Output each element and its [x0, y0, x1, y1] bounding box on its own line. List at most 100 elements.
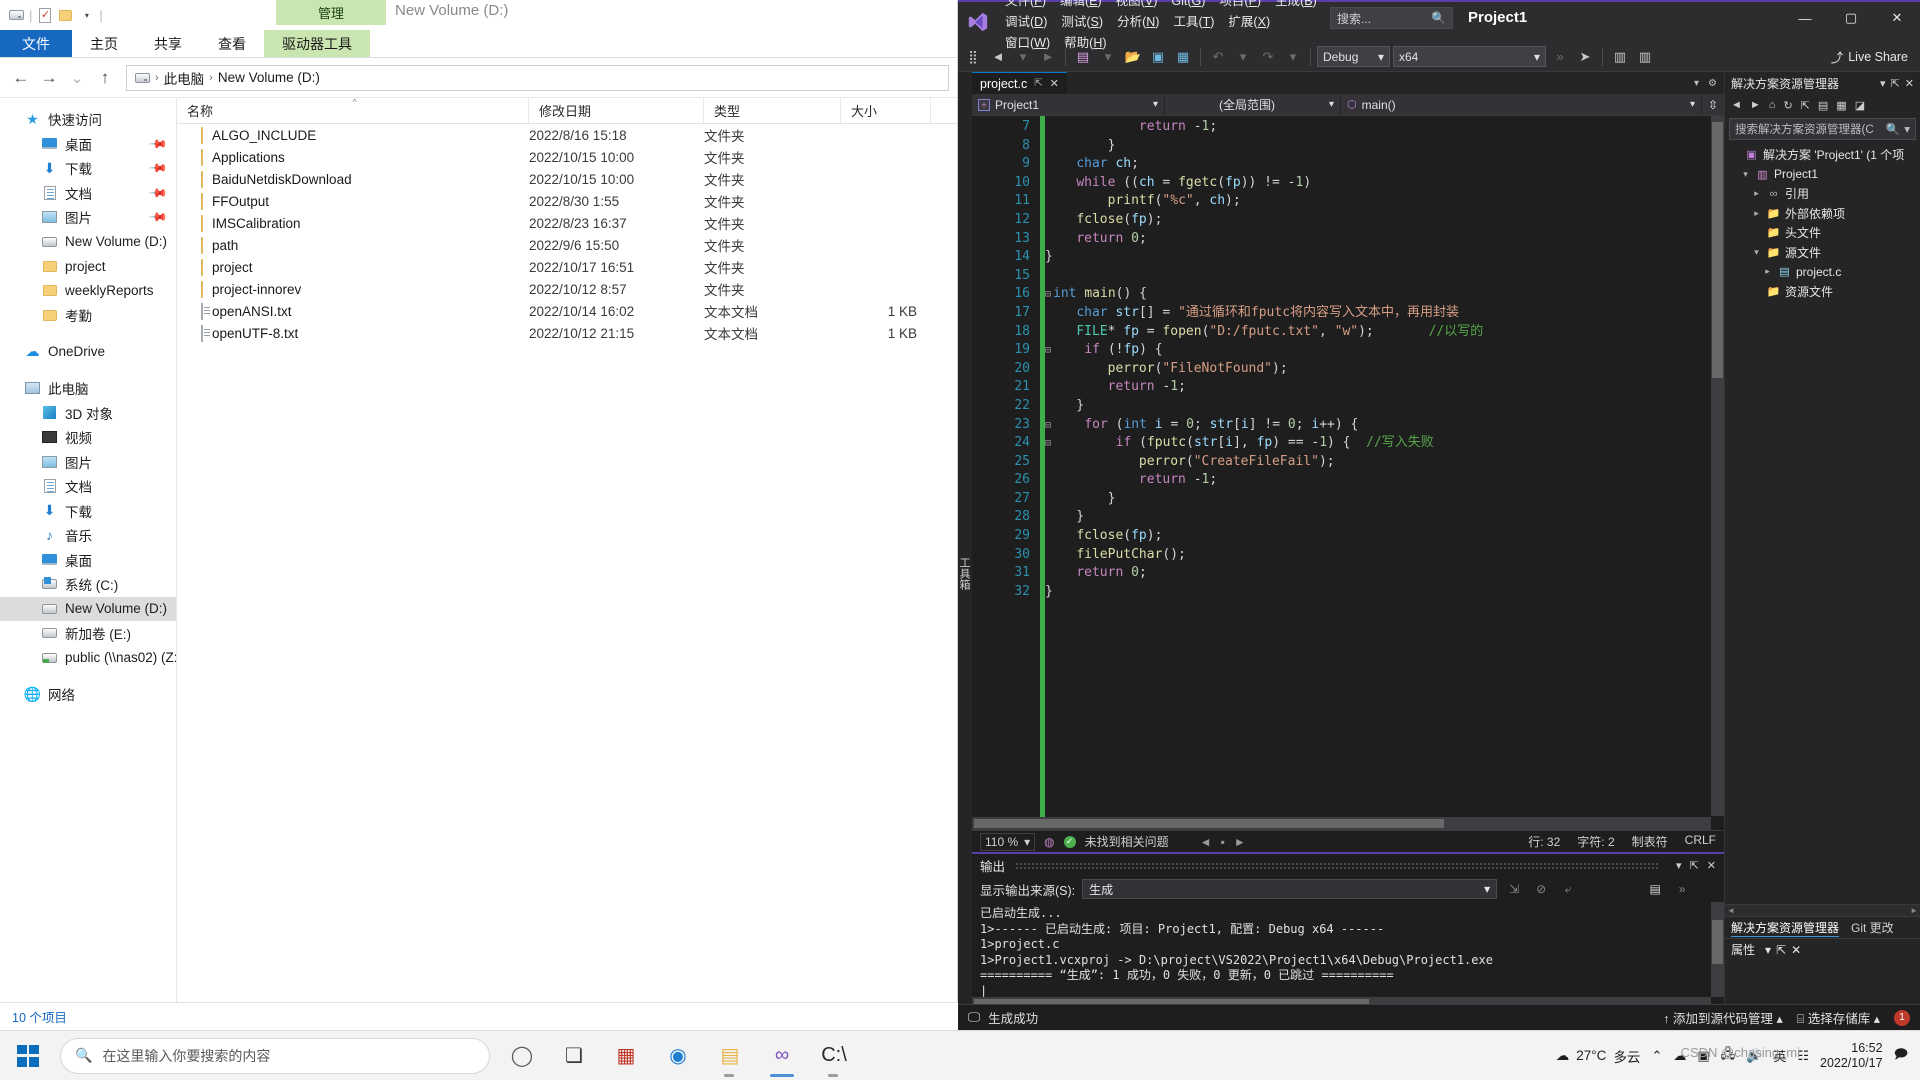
navbar-member-combo[interactable]: ⬡ main() ▾ [1341, 94, 1701, 115]
code-text-area[interactable]: return -1; } char ch; while ((ch = fgetc… [1045, 116, 1724, 830]
pin-icon[interactable]: ⇱ [1891, 77, 1900, 90]
column-header-date[interactable]: 修改日期 [529, 98, 704, 123]
drag-handle[interactable] [1015, 861, 1659, 869]
solution-configuration-combo[interactable]: Debug ▾ [1317, 46, 1390, 67]
nav-pane-item-8[interactable]: 考勤 [0, 303, 176, 328]
zoom-level-combo[interactable]: 110 % ▾ [980, 832, 1036, 851]
refresh-icon[interactable]: ↻ [1783, 99, 1792, 112]
ribbon-tab-file[interactable]: 文件 [0, 30, 72, 57]
nav-pane-item-1[interactable]: 桌面 📌 [0, 132, 176, 157]
select-repository[interactable]: ⌸ 选择存储库 ▴ [1797, 1008, 1880, 1027]
vs-menu-Git[interactable]: Git(G) [1164, 0, 1212, 12]
scroll-left-icon[interactable]: ◄ [1727, 906, 1735, 915]
ribbon-tab-view[interactable]: 查看 [200, 30, 264, 57]
taskbar-file-explorer-icon[interactable]: ▤ [706, 1033, 754, 1079]
nav-pane-item-12[interactable]: 此电脑 [0, 376, 176, 401]
code-editor[interactable]: 7 8 9 10 11 12 13 14 15 16 17 18 19 20 21 22 23 24 25 26 27 2… [972, 116, 1724, 830]
fold-minus-icon[interactable]: ⊟ [1045, 420, 1051, 431]
intellicode-icon[interactable]: ◍ [1044, 835, 1054, 849]
vs-menu-工具[interactable]: 工具(T) [1166, 12, 1221, 33]
nav-pane-item-10[interactable]: ☁ OneDrive [0, 340, 176, 365]
chevron-down-icon[interactable]: ▾ [1880, 77, 1886, 90]
nav-pane-item-7[interactable]: weeklyReports [0, 279, 176, 304]
column-header-type[interactable]: 类型 [704, 98, 841, 123]
taskbar-search-box[interactable]: 🔍 在这里输入你要搜索的内容 [60, 1037, 490, 1074]
solution-tree-item-0[interactable]: ▣ 解决方案 'Project1' (1 个项 [1725, 145, 1920, 165]
output-v-thumb[interactable] [1712, 920, 1723, 964]
notification-center-icon[interactable]: 🗩 [1894, 1045, 1908, 1067]
vs-menu-帮助[interactable]: 帮助(H) [1057, 33, 1113, 54]
output-source-combo[interactable]: 生成 ▾ [1082, 879, 1498, 899]
vs-menu-调试[interactable]: 调试(D) [998, 12, 1054, 33]
nav-pane-item-14[interactable]: 视频 [0, 425, 176, 450]
maximize-button[interactable]: ▢ [1828, 2, 1874, 34]
undo-dropdown-icon[interactable]: ▾ [1232, 46, 1254, 68]
fold-minus-icon[interactable]: ⊟ [1045, 438, 1051, 449]
navbar-scope-combo[interactable]: (全局范围) ▾ [1165, 94, 1340, 115]
solution-tree-item-5[interactable]: ▾ 📁 源文件 [1725, 243, 1920, 263]
tab-solution-explorer[interactable]: 解决方案资源管理器 [1731, 919, 1840, 937]
output-options-icon[interactable]: ▤ [1645, 879, 1665, 899]
toolbar-overflow-icon[interactable]: » [1549, 46, 1571, 68]
toggle-wordwrap-icon[interactable]: ⤶ [1558, 879, 1578, 899]
pin-icon[interactable]: 📌 [148, 207, 168, 227]
forward-icon[interactable]: ► [1750, 99, 1761, 111]
toolbox-vertical-tab[interactable]: 工具箱 [958, 72, 972, 1032]
minimize-button[interactable]: — [1782, 2, 1828, 34]
recent-locations-icon[interactable]: ⌄ [64, 65, 90, 91]
new-folder-icon[interactable] [57, 7, 74, 24]
prev-issue-icon[interactable]: ◄ [1200, 835, 1212, 849]
document-tab-project-c[interactable]: project.c ⇱ ✕ [972, 72, 1067, 94]
back-icon[interactable]: ← [8, 65, 34, 91]
address-bar[interactable]: › 此电脑 › New Volume (D:) [126, 64, 949, 91]
vs-menu-视图[interactable]: 视图(V) [1109, 0, 1165, 12]
chevron-down-icon[interactable]: ▾ [1904, 122, 1910, 136]
solution-tree-item-4[interactable]: 📁 头文件 [1725, 223, 1920, 243]
ribbon-tab-drive-tools[interactable]: 驱动器工具 [264, 30, 370, 57]
close-button[interactable]: ✕ [1874, 2, 1920, 34]
close-icon[interactable]: ✕ [1050, 77, 1059, 90]
table-row[interactable]: path 2022/9/6 15:50 文件夹 [177, 234, 957, 256]
open-folder-icon[interactable]: 📂 [1122, 46, 1144, 68]
nav-pane-item-21[interactable]: New Volume (D:) [0, 596, 176, 621]
nav-pane-item-19[interactable]: 桌面 [0, 548, 176, 573]
ribbon-tab-home[interactable]: 主页 [72, 30, 136, 57]
vs-search-box[interactable]: 搜索... 🔍 [1330, 7, 1453, 29]
layout-icon[interactable]: ▥ [1634, 46, 1656, 68]
nav-pane-item-15[interactable]: 图片 [0, 450, 176, 475]
solution-tree-item-1[interactable]: ▾ ▥ Project1 [1725, 165, 1920, 185]
editor-vertical-scrollbar[interactable] [1711, 116, 1724, 816]
taskbar-edge-icon[interactable]: ◉ [654, 1033, 702, 1079]
table-row[interactable]: project 2022/10/17 16:51 文件夹 [177, 256, 957, 278]
column-header-name[interactable]: ^ 名称 [177, 97, 529, 123]
table-row[interactable]: ALGO_INCLUDE 2022/8/16 15:18 文件夹 [177, 124, 957, 146]
find-message-icon[interactable]: ⇲ [1504, 879, 1524, 899]
add-to-source-control[interactable]: ↑ 添加到源代码管理 ▴ [1663, 1008, 1783, 1027]
redo-dropdown-icon[interactable]: ▾ [1282, 46, 1304, 68]
gear-icon[interactable]: ⚙ [1708, 78, 1717, 89]
forward-icon[interactable]: → [36, 65, 62, 91]
editor-horizontal-scrollbar[interactable] [972, 817, 1711, 830]
pin-icon[interactable]: ⇱ [1776, 943, 1786, 957]
vs-menu-文件[interactable]: 文件(F) [998, 0, 1053, 12]
clear-all-icon[interactable]: ⊘ [1531, 879, 1551, 899]
collapse-all-icon[interactable]: ⇱ [1801, 99, 1810, 112]
nav-pane-item-22[interactable]: 新加卷 (E:) [0, 621, 176, 646]
start-button[interactable] [0, 1031, 56, 1080]
nav-pane-item-3[interactable]: 文档 📌 [0, 181, 176, 206]
pin-icon[interactable]: ⇱ [1034, 78, 1042, 89]
ribbon-tab-share[interactable]: 共享 [136, 30, 200, 57]
vs-menu-窗口[interactable]: 窗口(W) [998, 33, 1057, 54]
show-all-files-icon[interactable]: ▤ [1818, 99, 1828, 112]
column-header-size[interactable]: 大小 [841, 98, 931, 123]
solution-platform-combo[interactable]: x64 ▾ [1393, 46, 1546, 67]
output-text[interactable]: 已启动生成... 1>------ 已启动生成: 项目: Project1, 配置… [972, 902, 1724, 1010]
twisty-icon[interactable]: ▸ [1751, 188, 1762, 199]
up-icon[interactable]: ↑ [92, 65, 118, 91]
save-all-icon[interactable]: ▦ [1172, 46, 1194, 68]
scroll-right-icon[interactable]: ► [1910, 906, 1918, 915]
twisty-icon[interactable]: ▸ [1751, 208, 1762, 219]
solution-tree-item-6[interactable]: ▸ ▤ project.c [1725, 262, 1920, 282]
breadcrumb-this-pc[interactable]: 此电脑 [164, 68, 205, 88]
taskbar-store-icon[interactable]: ▦ [602, 1033, 650, 1079]
